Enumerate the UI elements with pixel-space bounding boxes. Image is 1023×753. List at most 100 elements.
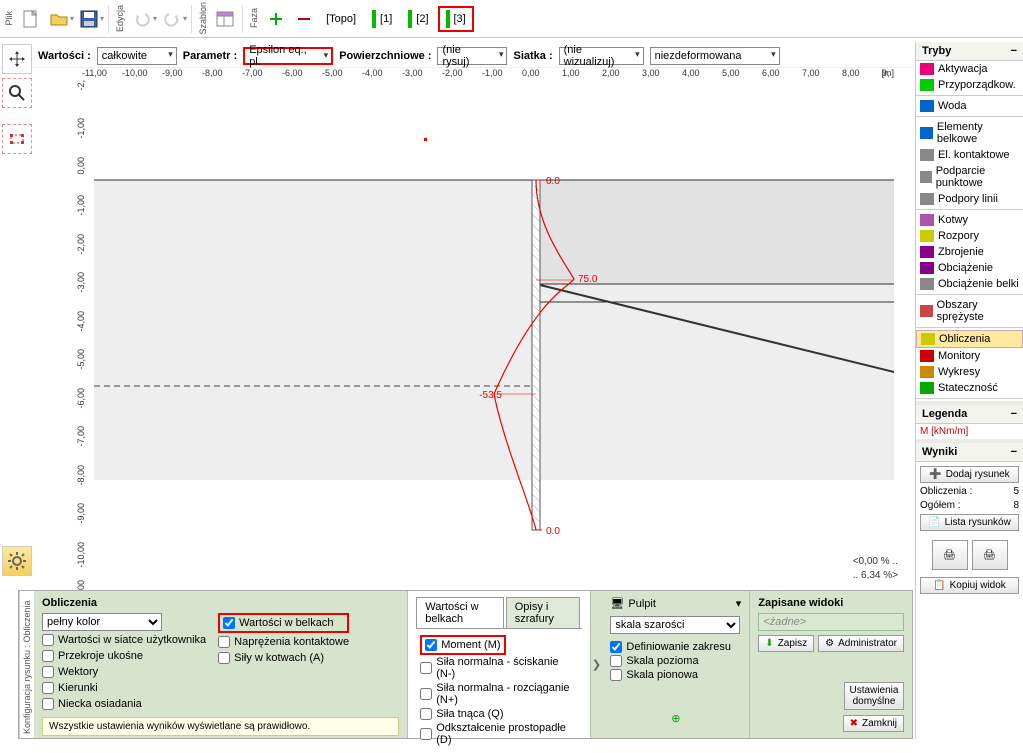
zadne-field[interactable]: <żadne>: [758, 613, 904, 631]
chk-wektory[interactable]: Wektory: [42, 665, 206, 679]
chk-siatka[interactable]: Wartości w siatce użytkownika: [42, 633, 206, 647]
undo-icon[interactable]: [129, 6, 155, 32]
tryby-item[interactable]: El. kontaktowe: [916, 147, 1023, 163]
label-bend: -53.5: [479, 390, 502, 401]
left-toolbar: [2, 44, 36, 154]
phase-topo[interactable]: [Topo]: [319, 6, 363, 32]
label-mid: 75.0: [578, 274, 598, 285]
tryby-item[interactable]: Podpory linii: [916, 191, 1023, 207]
parametr-label: Parametr :: [183, 50, 237, 62]
template-label: Szablon: [196, 2, 210, 35]
expand-arrow-icon[interactable]: ❯: [591, 591, 603, 738]
admin-button[interactable]: ⚙Administrator: [818, 635, 904, 652]
edit-label: Edycja: [113, 5, 127, 32]
tab-opisy[interactable]: Opisy i szrafury: [506, 597, 580, 628]
tryby-item[interactable]: Stateczność: [916, 380, 1023, 396]
chk-kierunki[interactable]: Kierunki: [42, 681, 206, 695]
label-bot: 0.0: [546, 526, 560, 537]
chk-skalapoz[interactable]: Skala pozioma: [610, 654, 741, 668]
tab-wartosci-belkach[interactable]: Wartości w belkach: [416, 597, 504, 628]
legenda-header: Legenda−: [916, 405, 1023, 424]
redo-icon[interactable]: [159, 6, 185, 32]
chk-niecka[interactable]: Niecka osiadania: [42, 697, 206, 711]
chk-skalapion[interactable]: Skala pionowa: [610, 668, 741, 682]
move-tool-icon[interactable]: [2, 44, 32, 74]
phase-1[interactable]: [1]: [365, 6, 399, 32]
drawing-canvas[interactable]: -11,00-10,00-9,00-8,00-7,00-6,00-5,00-4,…: [38, 68, 904, 584]
wartosci-label: Wartości :: [38, 50, 91, 62]
minimize-icon[interactable]: −: [1011, 408, 1017, 420]
minimize-icon[interactable]: −: [1011, 446, 1017, 458]
tryby-item[interactable]: Zbrojenie: [916, 244, 1023, 260]
chk-wartosci-belkach[interactable]: Wartości w belkach: [223, 616, 344, 630]
selection-tool-icon[interactable]: [2, 124, 32, 154]
tryby-item[interactable]: Obliczenia: [916, 330, 1023, 348]
lista-rysunkow-button[interactable]: 📄Lista rysunków: [920, 514, 1019, 531]
status-line: Wszystkie ustawienia wyników wyświetlane…: [42, 717, 399, 736]
add-green-icon[interactable]: ⊕: [610, 712, 741, 725]
obliczenia-title: Obliczenia: [42, 597, 399, 609]
add-phase-icon[interactable]: [263, 6, 289, 32]
tryby-item[interactable]: Przyporządkow.: [916, 77, 1023, 93]
kolor-select[interactable]: pełny kolor: [42, 613, 162, 631]
tryby-header: Tryby−: [916, 42, 1023, 61]
tryby-item[interactable]: Obszary sprężyste: [916, 297, 1023, 325]
new-file-icon[interactable]: [18, 6, 44, 32]
chk-defzakres[interactable]: Definiowanie zakresu: [610, 640, 741, 654]
tryby-item[interactable]: Monitory: [916, 348, 1023, 364]
corner-percent-2: .. 6,34 %>: [853, 570, 898, 581]
options-bar: Wartości : całkowite Parametr : Epsilon …: [0, 44, 913, 68]
skala-select[interactable]: skala szarości: [610, 616, 740, 634]
settings-gear-icon[interactable]: [2, 546, 32, 576]
chk-moment[interactable]: Moment (M): [425, 638, 500, 652]
tryby-item[interactable]: Woda: [916, 98, 1023, 114]
open-file-icon[interactable]: [46, 6, 72, 32]
print-color-icon[interactable]: 🖨: [972, 540, 1008, 570]
siatka-combo[interactable]: (nie wizualizuj): [559, 47, 644, 65]
phase-label: Faza: [247, 8, 261, 28]
deform-combo[interactable]: niezdeformowana: [650, 47, 780, 65]
right-panel: Tryby− AktywacjaPrzyporządkow. Woda Elemen…: [915, 42, 1023, 739]
zapisane-title: Zapisane widoki: [758, 597, 904, 609]
zoom-tool-icon[interactable]: [2, 78, 32, 108]
chk-sila-t[interactable]: Siła tnąca (Q): [420, 707, 577, 721]
chk-naprezenia[interactable]: Naprężenia kontaktowe: [218, 635, 349, 649]
tryby-item[interactable]: Podparcie punktowe: [916, 163, 1023, 191]
chevron-down-icon[interactable]: ▾: [70, 14, 74, 23]
tryby-item[interactable]: Obciążenie: [916, 260, 1023, 276]
chk-sily-kotwach[interactable]: Siły w kotwach (A): [218, 651, 349, 665]
phase-2[interactable]: [2]: [401, 6, 435, 32]
wartosci-combo[interactable]: całkowite: [97, 47, 177, 65]
remove-phase-icon[interactable]: [291, 6, 317, 32]
parametr-combo[interactable]: Epsilon eq., pl.: [243, 47, 333, 65]
tryby-item[interactable]: Obciążenie belki: [916, 276, 1023, 292]
pow-combo[interactable]: (nie rysuj): [437, 47, 507, 65]
config-side-label: Konfiguracja rysunku : Obliczenia: [19, 591, 34, 738]
save-icon[interactable]: [76, 6, 102, 32]
template-icon[interactable]: [212, 6, 238, 32]
pow-label: Powierzchniowe :: [339, 50, 431, 62]
ustawienia-button[interactable]: Ustawienia domyślne: [844, 682, 904, 710]
minimize-icon[interactable]: −: [1011, 45, 1017, 57]
zapisz-button[interactable]: ⬇Zapisz: [758, 635, 814, 652]
plot-svg: 0.0 75.0 -53.5 0.0: [94, 84, 894, 584]
legenda-item: M [kNm/m]: [916, 424, 1023, 439]
tryby-item[interactable]: Elementy belkowe: [916, 119, 1023, 147]
bottom-panel: Konfiguracja rysunku : Obliczenia Oblicz…: [18, 590, 913, 739]
tryby-item[interactable]: Aktywacja: [916, 61, 1023, 77]
tryby-item[interactable]: Wykresy: [916, 364, 1023, 380]
chk-odksztal[interactable]: Odkształcenie prostopadłe (D): [420, 721, 577, 747]
wyniki-header: Wyniki−: [916, 443, 1023, 462]
chk-przekroje[interactable]: Przekroje ukośne: [42, 649, 206, 663]
phase-3[interactable]: [3]: [438, 6, 474, 32]
chk-sila-nr[interactable]: Siła normalna - rozciąganie (N+): [420, 681, 577, 707]
dodaj-rysunek-button[interactable]: ➕Dodaj rysunek: [920, 466, 1019, 483]
chk-sila-ns[interactable]: Siła normalna - ściskanie (N-): [420, 655, 577, 681]
zamknij-button[interactable]: ✖Zamknij: [843, 715, 904, 732]
tryby-item[interactable]: Rozpory: [916, 228, 1023, 244]
chevron-down-icon[interactable]: ▾: [100, 14, 104, 23]
tryby-item[interactable]: Kotwy: [916, 212, 1023, 228]
print-icon[interactable]: 🖨: [932, 540, 968, 570]
label-top: 0.0: [546, 176, 560, 187]
kopiuj-widok-button[interactable]: 📋Kopiuj widok: [920, 577, 1019, 594]
